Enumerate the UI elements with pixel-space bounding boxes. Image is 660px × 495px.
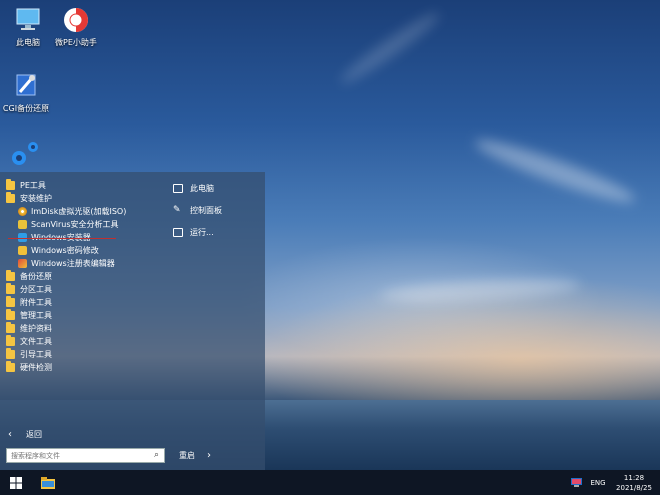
shortcut-run[interactable]: 运行...	[173, 225, 214, 239]
menu-item-scanvirus[interactable]: ScanVirus安全分析工具	[18, 218, 119, 231]
cloud	[379, 274, 581, 306]
folder-icon	[6, 283, 15, 294]
run-icon	[173, 227, 183, 237]
clock[interactable]: 11:28 2021/8/25	[612, 470, 656, 495]
start-button[interactable]	[0, 470, 32, 495]
menu-folder-partition-tools[interactable]: 分区工具	[6, 283, 52, 296]
language-indicator[interactable]: ENG	[586, 470, 610, 495]
menu-item-label: 管理工具	[20, 311, 52, 320]
wrench-icon: ✎	[173, 205, 181, 215]
folder-icon	[6, 322, 15, 333]
menu-item-label: ImDisk虚拟光驱(加载ISO)	[31, 207, 127, 216]
menu-folder-install-maintain[interactable]: 安装维护	[6, 192, 52, 205]
search-icon[interactable]: ⌕	[151, 450, 162, 461]
menu-folder-maintenance-docs[interactable]: 维护资料	[6, 322, 52, 335]
menu-item-label: 分区工具	[20, 285, 52, 294]
desktop-icon-label: CGI备份还原	[2, 104, 50, 113]
clock-time: 11:28	[623, 473, 645, 482]
folder-icon	[6, 296, 15, 307]
menu-item-label: 安装维护	[20, 194, 52, 203]
taskbar: ENG 11:28 2021/8/25	[0, 470, 660, 495]
shortcut-label: 运行...	[190, 227, 214, 237]
back-button[interactable]: ‹ 返回	[8, 428, 42, 441]
folder-icon	[6, 309, 15, 320]
folder-icon	[6, 348, 15, 359]
menu-item-label: Windows密码修改	[31, 246, 99, 255]
registry-icon	[18, 259, 27, 268]
chevron-right-icon: ›	[207, 449, 211, 461]
menu-folder-backup-restore[interactable]: 备份还原	[6, 270, 52, 283]
computer-icon	[173, 183, 183, 193]
start-menu-program-list: PE工具 安装维护 ImDisk虚拟光驱(加载ISO) ScanVirus安全分…	[0, 172, 165, 470]
folder-icon	[6, 192, 15, 203]
menu-item-label: 备份还原	[20, 272, 52, 281]
desktop-icon-label: 微PE小助手	[55, 38, 97, 47]
restart-label: 重启	[179, 450, 195, 460]
folder-icon	[6, 270, 15, 281]
cloud	[336, 7, 444, 89]
shortcut-label: 控制面板	[190, 205, 222, 215]
menu-item-label: 附件工具	[20, 298, 52, 307]
menu-folder-hardware-check[interactable]: 硬件检测	[6, 361, 52, 374]
menu-folder-accessory-tools[interactable]: 附件工具	[6, 296, 52, 309]
folder-icon	[41, 476, 55, 489]
menu-item-label: 文件工具	[20, 337, 52, 346]
key-icon	[18, 246, 27, 255]
folder-icon	[6, 361, 15, 372]
back-label: 返回	[26, 430, 42, 439]
shield-icon	[18, 220, 27, 229]
taskbar-file-explorer[interactable]	[36, 470, 60, 495]
desktop-icon-cgi-backup[interactable]: CGI备份还原	[0, 72, 54, 114]
desktop-icon-wepe-helper[interactable]: 微PE小助手	[48, 6, 104, 48]
menu-item-windows-password[interactable]: Windows密码修改	[18, 244, 99, 257]
cloud	[471, 131, 639, 211]
shortcut-this-pc[interactable]: 此电脑	[173, 181, 214, 195]
computer-icon	[13, 6, 43, 34]
lifebuoy-icon	[61, 6, 91, 34]
menu-item-imdisk[interactable]: ImDisk虚拟光驱(加载ISO)	[18, 205, 126, 218]
clock-date: 2021/8/25	[616, 483, 652, 492]
language-label: ENG	[590, 478, 606, 487]
menu-item-label: 引导工具	[20, 350, 52, 359]
menu-folder-file-tools[interactable]: 文件工具	[6, 335, 52, 348]
menu-item-registry-editor[interactable]: Windows注册表编辑器	[18, 257, 115, 270]
restart-button[interactable]: 重启 ›	[179, 448, 211, 462]
selection-underline	[8, 238, 116, 239]
folder-icon	[6, 179, 15, 190]
search-input[interactable]	[7, 449, 155, 462]
network-status-icon[interactable]	[568, 470, 584, 495]
start-menu-shortcuts: 此电脑 ✎ 控制面板 运行... 重启 ›	[165, 172, 265, 470]
menu-item-label: 维护资料	[20, 324, 52, 333]
menu-item-label: 硬件检测	[20, 363, 52, 372]
shortcut-label: 此电脑	[190, 183, 214, 193]
menu-folder-pe-tools[interactable]: PE工具	[6, 179, 46, 192]
start-menu: PE工具 安装维护 ImDisk虚拟光驱(加载ISO) ScanVirus安全分…	[0, 172, 265, 470]
menu-folder-management-tools[interactable]: 管理工具	[6, 309, 52, 322]
windows-logo-icon	[10, 476, 22, 489]
cgi-tool-icon	[11, 72, 41, 100]
gear-icon	[8, 138, 42, 168]
shortcut-control-panel[interactable]: ✎ 控制面板	[173, 203, 222, 217]
menu-item-label: PE工具	[20, 181, 46, 190]
menu-item-label: ScanVirus安全分析工具	[31, 220, 119, 229]
menu-folder-boot-tools[interactable]: 引导工具	[6, 348, 52, 361]
search-box: ⌕	[6, 448, 165, 463]
disc-icon	[18, 207, 27, 216]
folder-icon	[6, 335, 15, 346]
chevron-left-icon: ‹	[8, 429, 12, 440]
menu-item-label: Windows注册表编辑器	[31, 259, 115, 268]
